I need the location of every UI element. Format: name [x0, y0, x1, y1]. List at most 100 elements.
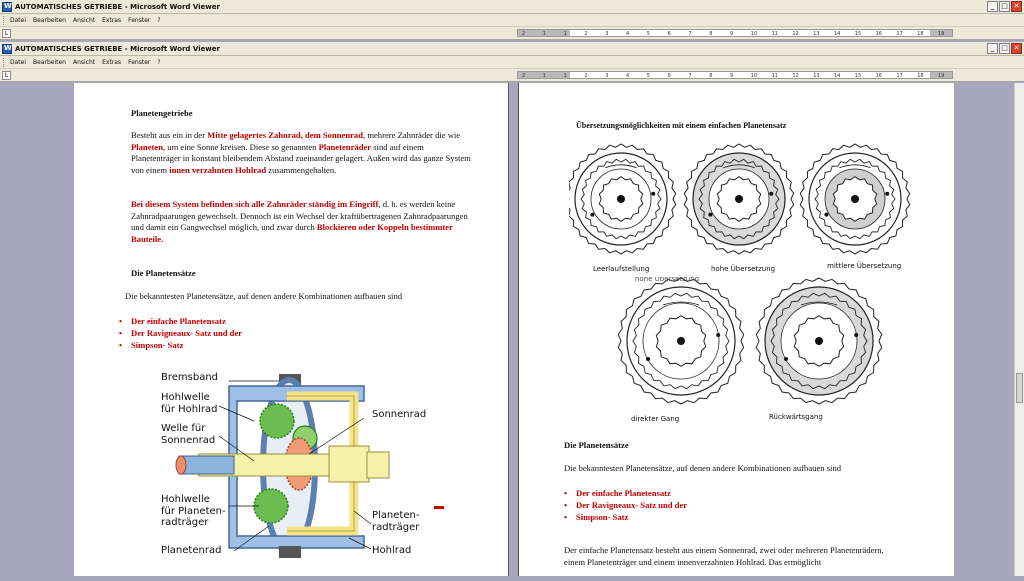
- ruler-tick-label: 1: [563, 73, 567, 79]
- close-button[interactable]: ✕: [1011, 43, 1022, 54]
- back-window-title: AUTOMATISCHES GETRIEBE - Microsoft Word …: [15, 2, 220, 11]
- ruler-tick-label: 2: [522, 31, 526, 37]
- list-item: Der Ravigneaux- Satz und der: [119, 327, 242, 339]
- ruler-tick-label: 16: [875, 73, 882, 79]
- label-hohlwelle-hohlrad: Hohlwelle für Hohlrad: [161, 392, 218, 415]
- menu-help[interactable]: ?: [157, 17, 160, 24]
- ruler-tick-label: 13: [813, 73, 820, 79]
- left-page[interactable]: Planetengetriebe Besteht aus ein in der …: [74, 83, 509, 576]
- horizontal-ruler[interactable]: 2 1 1 2 3 4 5 6 7 8 9 10 11 12 13 14 15 16 17 18 19: [517, 71, 953, 79]
- menu-fenster[interactable]: Fenster: [128, 59, 150, 66]
- gear-diagrams: [565, 143, 911, 405]
- ruler-tick-label: 8: [709, 73, 713, 79]
- list-item: Simpson- Satz: [119, 339, 242, 351]
- menu-datei[interactable]: Datei: [10, 17, 26, 24]
- planet-dot: [784, 357, 788, 361]
- ruler-tick-label: 12: [792, 31, 799, 37]
- planet-dot: [885, 191, 890, 196]
- ruler-tick-label: 8: [709, 31, 713, 37]
- menu-ansicht[interactable]: Ansicht: [73, 59, 95, 66]
- document-area[interactable]: Planetengetriebe Besteht aus ein in der …: [0, 83, 1024, 576]
- minimize-button[interactable]: _: [987, 1, 998, 12]
- planet-dot: [769, 191, 774, 196]
- list-item: Der einfache Planetensatz: [564, 487, 687, 499]
- toolbar-grip-icon: [3, 15, 7, 25]
- ruler-tick-label: 3: [605, 73, 609, 79]
- back-menu-bar: Datei Bearbeiten Ansicht Extras Fenster …: [0, 14, 1024, 27]
- ruler-tick-label: 15: [854, 73, 862, 79]
- planet-dot: [716, 333, 721, 337]
- sun-center-dot: [617, 195, 625, 203]
- minimize-button[interactable]: _: [987, 43, 998, 54]
- vertical-scrollbar[interactable]: [1014, 83, 1024, 576]
- intro-planetensaetze: Die bekanntesten Planetensätze, auf dene…: [125, 291, 403, 301]
- ruler-tick-label: 5: [646, 31, 650, 37]
- ruler-tick-label: 14: [834, 31, 841, 37]
- right-page[interactable]: Übersetzungsmöglichkeiten mit einem einf…: [518, 83, 954, 576]
- front-title-bar[interactable]: AUTOMATISCHES GETRIEBE - Microsoft Word …: [0, 42, 1024, 56]
- ruler-tick-label: 10: [750, 73, 758, 79]
- caption-leerlaufstellung: Leerlaufstellung: [593, 265, 650, 273]
- menu-extras[interactable]: Extras: [102, 17, 121, 24]
- tab-selector[interactable]: L: [2, 70, 11, 80]
- planet-dot: [646, 357, 650, 361]
- ruler-tick-label: 2: [584, 73, 588, 79]
- ruler-tick-label: 16: [875, 31, 882, 37]
- back-title-bar[interactable]: AUTOMATISCHES GETRIEBE - Microsoft Word …: [0, 0, 1024, 14]
- word-app-icon: [2, 1, 12, 12]
- menu-extras[interactable]: Extras: [102, 59, 121, 66]
- ruler-tick-label: 1: [542, 73, 546, 79]
- maximize-button[interactable]: □: [999, 43, 1010, 54]
- label-hohlwelle-traeger: Hohlwelle für Planeten-radträger: [161, 494, 226, 528]
- caption-rueckwaertsgang: Rückwärtsgang: [769, 413, 823, 421]
- ruler-tick-label: 7: [688, 73, 692, 79]
- menu-bearbeiten[interactable]: Bearbeiten: [33, 59, 66, 66]
- menu-fenster[interactable]: Fenster: [128, 17, 150, 24]
- sun-center-dot: [851, 195, 859, 203]
- paragraph-planetengetriebe: Besteht aus ein in der Mitte gelagertes …: [131, 130, 471, 175]
- heading-uebersetzung: Übersetzungsmöglichkeiten mit einem einf…: [576, 121, 787, 130]
- scrollbar-thumb[interactable]: [1016, 373, 1023, 403]
- ruler-tick-label: 9: [730, 73, 734, 79]
- ruler-tick-label: 5: [646, 73, 650, 79]
- ruler-tick-label: 12: [792, 73, 799, 79]
- sun-center-dot: [677, 337, 685, 345]
- label-planetenradtraeger: Planeten-radträger: [372, 510, 420, 533]
- ruler-tick-label: 3: [605, 31, 609, 37]
- caption-cut-hohe-uebersetzung: hohe Übersetzung: [635, 277, 700, 282]
- ruler-tick-label: 1: [542, 31, 546, 37]
- bullet-list-right: Der einfache Planetensatz Der Ravigneaux…: [564, 487, 687, 523]
- planet-dot: [824, 212, 829, 217]
- ruler-tick-label: 4: [626, 31, 630, 37]
- ruler-tick-label: 9: [730, 31, 734, 37]
- back-window: AUTOMATISCHES GETRIEBE - Microsoft Word …: [0, 0, 1024, 40]
- ruler-tick-label: 2: [584, 31, 588, 37]
- ruler-tick-label: 19: [938, 31, 945, 37]
- menu-ansicht[interactable]: Ansicht: [73, 17, 95, 24]
- front-window: AUTOMATISCHES GETRIEBE - Microsoft Word …: [0, 42, 1024, 82]
- maximize-button[interactable]: □: [999, 1, 1010, 12]
- horizontal-ruler[interactable]: 2 1 1 2 3 4 5 6 7 8 9 10 11 12 13 14 15 16 17 18 19: [517, 29, 953, 37]
- label-planetenrad: Planetenrad: [161, 545, 222, 556]
- label-bremsband: Bremsband: [161, 372, 219, 383]
- front-window-title: AUTOMATISCHES GETRIEBE - Microsoft Word …: [15, 44, 220, 53]
- menu-datei[interactable]: Datei: [10, 59, 26, 66]
- paragraph-eingriff: Bei diesem System befinden sich alle Zah…: [131, 199, 468, 244]
- list-item: Simpson- Satz: [564, 511, 687, 523]
- ruler-tick-label: 4: [626, 73, 630, 79]
- heading-planetensaetze: Die Planetensätze: [131, 268, 196, 278]
- menu-help[interactable]: ?: [157, 59, 160, 66]
- ruler-tick-label: 11: [771, 31, 778, 37]
- paragraph-einfacher-planetensatz: Der einfache Planetensatz besteht aus ei…: [564, 545, 884, 567]
- planetary-gear-diagram: Bremsband Hohlwelle für Hohlrad Welle für…: [159, 366, 459, 576]
- label-hohlrad: Hohlrad: [372, 545, 412, 556]
- toolbar-grip-icon: [3, 57, 7, 67]
- close-button[interactable]: ✕: [1011, 1, 1022, 12]
- label-welle-sonnenrad: Welle für Sonnenrad: [161, 423, 216, 446]
- ruler-tick-label: 17: [896, 73, 903, 79]
- list-item: Der Ravigneaux- Satz und der: [564, 499, 687, 511]
- planet-dot: [708, 212, 713, 217]
- caption-direkter-gang: direkter Gang: [631, 415, 680, 423]
- menu-bearbeiten[interactable]: Bearbeiten: [33, 17, 66, 24]
- tab-selector[interactable]: L: [2, 28, 11, 38]
